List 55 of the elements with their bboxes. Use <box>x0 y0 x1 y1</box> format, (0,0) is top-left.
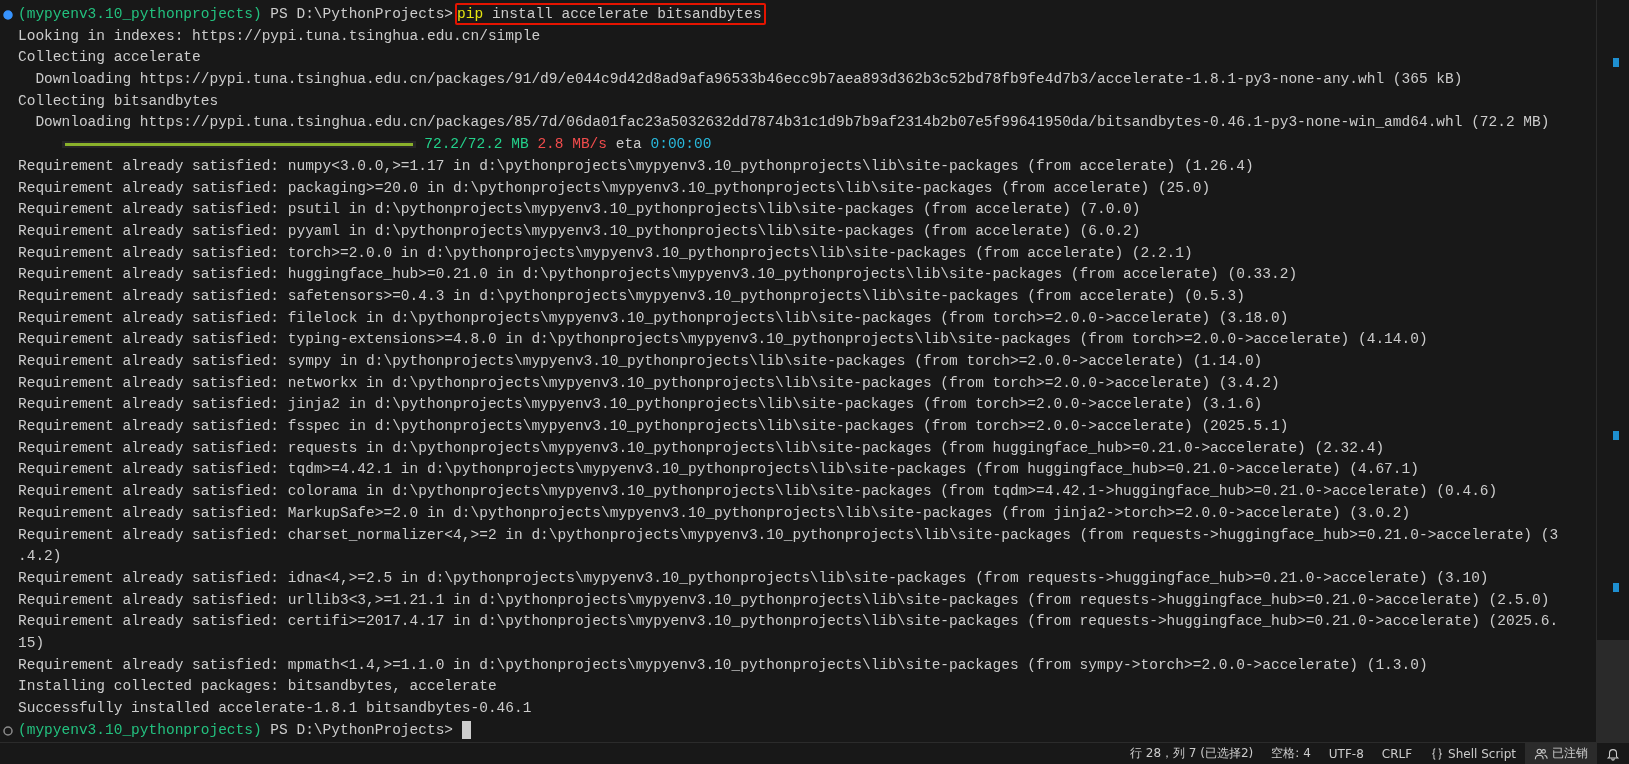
output-line: Successfully installed accelerate-1.8.1 bitsandbytes-0.46.1 <box>18 700 532 716</box>
output-line: Collecting accelerate <box>18 49 201 66</box>
accounts-button[interactable]: 已注销 <box>1525 743 1597 764</box>
output-line: Requirement already satisfied: mpmath<1.4,>=1.1.0 in d:\pythonprojects\mypyenv3.10_pythonprojects\lib\site-packages (from sympy->torch>=2.0.0->accelerate) (1.3.0) <box>18 656 1428 673</box>
output-line: Requirement already satisfied: charset_normalizer<4,>=2 in d:\pythonprojects\mypyenv3.10_pythonprojects\lib\site-packages (from requests->huggingface_hub>=0.21.0->accelerate) (3 <box>18 526 1559 543</box>
scrollbar[interactable] <box>1596 0 1629 742</box>
command-status-icon[interactable] <box>3 725 13 736</box>
bell-icon <box>1606 746 1620 761</box>
output-line: Requirement already satisfied: psutil in d:\pythonprojects\mypyenv3.10_pythonprojects\lib\site-packages (from accelerate) (7.0.0) <box>18 201 1141 218</box>
eta-label: eta <box>615 136 642 153</box>
command-status-icon[interactable] <box>3 10 13 20</box>
output-line: Requirement already satisfied: huggingface_hub>=0.21.0 in d:\pythonprojects\mypyenv3.10_pythonprojects\lib\site-packages (from accelerate) (0.33.2) <box>18 266 1298 283</box>
scroll-marker <box>1613 583 1619 592</box>
accounts-icon <box>1534 746 1548 761</box>
prompt-path: PS D:\PythonProjects> <box>270 721 454 738</box>
output-line: Requirement already satisfied: fsspec in d:\pythonprojects\mypyenv3.10_pythonprojects\lib\site-packages (from torch>=2.0.0->accelerate) (2025.5.1) <box>18 418 1289 435</box>
eta-time: 0:00:00 <box>650 136 712 153</box>
output-line: Requirement already satisfied: networkx in d:\pythonprojects\mypyenv3.10_pythonprojects\lib\site-packages (from torch>=2.0.0->accelerate) (3.4.2) <box>18 374 1280 391</box>
output-line: Requirement already satisfied: sympy in d:\pythonprojects\mypyenv3.10_pythonprojects\lib\site-packages (from torch>=2.0.0->accelerate) (1.14.0) <box>18 353 1263 369</box>
output-line: Collecting bitsandbytes <box>18 92 219 109</box>
braces-icon <box>1430 746 1445 761</box>
output-line: Requirement already satisfied: filelock in d:\pythonprojects\mypyenv3.10_pythonprojects\lib\site-packages (from torch>=2.0.0->accelerate) (3.18.0) <box>18 309 1289 326</box>
output-line: Downloading https://pypi.tuna.tsinghua.edu.cn/packages/91/d9/e044c9d42d8ad9afa96533b46ecc9b7aea893d362b3c52bd78fb9fe4d7b3/accelerate-1.8.1-py3-none-any.whl (365 kB) <box>34 71 1463 88</box>
output-line: Requirement already satisfied: idna<4,>=2.5 in d:\pythonprojects\mypyenv3.10_pythonprojects\lib\site-packages (from requests->huggingface_hub>=0.21.0->accelerate) (3.10) <box>18 569 1489 586</box>
virtualenv-name: (mypyenv3.10_pythonprojects) <box>18 721 262 738</box>
download-speed: 2.8 MB/s <box>537 136 607 153</box>
output-line: .4.2) <box>18 548 62 565</box>
output-line: Requirement already satisfied: torch>=2.0.0 in d:\pythonprojects\mypyenv3.10_pythonprojects\lib\site-packages (from accelerate) (2.2.1) <box>18 244 1193 261</box>
output-line: Requirement already satisfied: jinja2 in d:\pythonprojects\mypyenv3.10_pythonprojects\lib\site-packages (from torch>=2.0.0->accelerate) (3.1.6) <box>18 396 1263 413</box>
output-line: 15) <box>18 634 45 651</box>
output-line: Requirement already satisfied: numpy<3.0.0,>=1.17 in d:\pythonprojects\mypyenv3.10_pythonprojects\lib\site-packages (from accelerate) (1.26.4) <box>18 157 1254 174</box>
scroll-marker <box>1613 58 1619 67</box>
virtualenv-name: (mypyenv3.10_pythonprojects) <box>18 6 262 22</box>
output-line: Requirement already satisfied: pyyaml in d:\pythonprojects\mypyenv3.10_pythonprojects\lib\site-packages (from accelerate) (6.0.2) <box>18 222 1141 239</box>
status-item[interactable]: UTF-8 <box>1319 743 1373 764</box>
output-line: Requirement already satisfied: tqdm>=4.42.1 in d:\pythonprojects\mypyenv3.10_pythonprojects\lib\site-packages (from huggingface_hub>=0.21.0->accelerate) (4.67.1) <box>18 461 1419 478</box>
cursor-position[interactable]: 行 28，列 7 (已选择2) <box>1120 743 1263 764</box>
output-line: Installing collected packages: bitsandbytes, accelerate <box>18 678 497 695</box>
output-line: Requirement already satisfied: packaging>=20.0 in d:\pythonprojects\mypyenv3.10_pythonprojects\lib\site-packages (from accelerate) (25.0) <box>18 179 1211 196</box>
language-mode[interactable]: Shell Script <box>1421 743 1525 764</box>
command-text: pip install accelerate bitsandbytes <box>455 3 766 25</box>
status-item[interactable]: CRLF <box>1372 743 1422 764</box>
output-line: Requirement already satisfied: colorama in d:\pythonprojects\mypyenv3.10_pythonprojects\lib\site-packages (from tqdm>=4.42.1->huggingface_hub>=0.21.0->accelerate) (0.4.6) <box>18 483 1498 500</box>
output-line: Requirement already satisfied: requests in d:\pythonprojects\mypyenv3.10_pythonprojects\lib\site-packages (from huggingface_hub>=0.21.0->accelerate) (2.32.4) <box>18 439 1385 456</box>
output-line: Requirement already satisfied: urllib3<3,>=1.21.1 in d:\pythonprojects\mypyenv3.10_pythonprojects\lib\site-packages (from requests->huggingface_hub>=0.21.0->accelerate) (2.5.0) <box>18 591 1550 608</box>
output-line: Requirement already satisfied: typing-extensions>=4.8.0 in d:\pythonprojects\mypyenv3.10_pythonprojects\lib\site-packages (from torch>=2.0.0->accelerate) (4.14.0) <box>18 331 1428 348</box>
scroll-marker <box>1613 431 1619 440</box>
output-line: Requirement already satisfied: MarkupSafe>=2.0 in d:\pythonprojects\mypyenv3.10_pythonprojects\lib\site-packages (from jinja2->torch>=2.0.0->accelerate) (3.0.2) <box>18 504 1411 521</box>
status-item[interactable]: 空格: 4 <box>1262 743 1320 764</box>
output-line: Requirement already satisfied: certifi>=2017.4.17 in d:\pythonprojects\mypyenv3.10_pythonprojects\lib\site-packages (from requests->huggingface_hub>=0.21.0->accelerate) (2025.6. <box>18 613 1559 630</box>
prompt-path: PS D:\PythonProjects> <box>270 6 454 22</box>
output-line: Downloading https://pypi.tuna.tsinghua.edu.cn/packages/85/7d/06da01fac23a5032632dd7874b31c1d9b7b9af2314b2b07e5f99641950da/bitsandbytes-0.46.1-py3-none-win_amd64.whl (72.2 MB) <box>34 114 1550 131</box>
output-line: Looking in indexes: https://pypi.tuna.tsinghua.edu.cn/simple <box>18 27 541 44</box>
output-line: Requirement already satisfied: safetensors>=0.4.3 in d:\pythonprojects\mypyenv3.10_pythonprojects\lib\site-packages (from accelerate) (0.5.3) <box>18 287 1245 304</box>
download-size: 72.2/72.2 MB <box>424 136 529 153</box>
